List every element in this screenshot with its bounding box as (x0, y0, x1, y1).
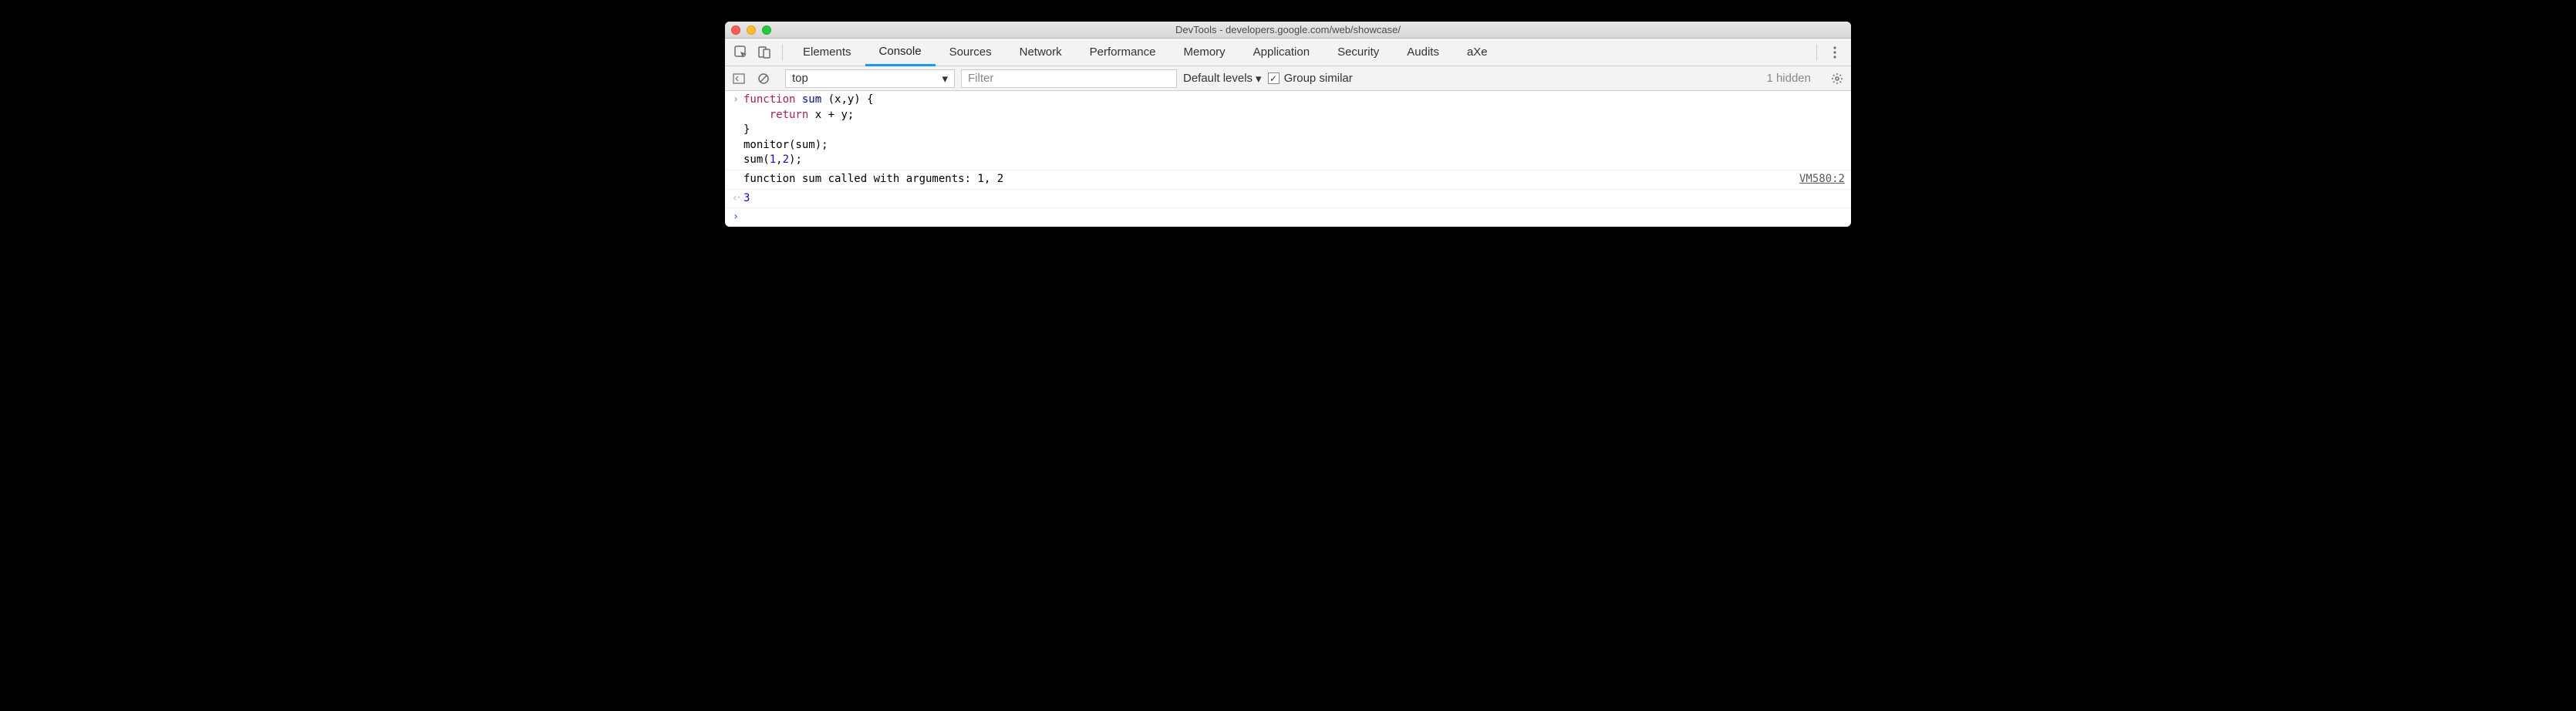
code-content: function sum (x,y) { return x + y; } mon… (743, 93, 1845, 168)
window-title: DevTools - developers.google.com/web/sho… (725, 24, 1851, 35)
console-input-entry: function sum (x,y) { return x + y; } mon… (725, 91, 1851, 170)
levels-label: Default levels (1183, 72, 1253, 85)
divider (782, 44, 783, 61)
chevron-down-icon: ▾ (942, 72, 948, 86)
filter-input[interactable] (961, 69, 1177, 88)
panel-tabbar: Elements Console Sources Network Perform… (725, 39, 1851, 66)
output-chevron-icon (728, 191, 743, 207)
tab-performance[interactable]: Performance (1076, 39, 1170, 66)
source-link[interactable]: VM580:2 (1799, 172, 1845, 187)
console-output: function sum (x,y) { return x + y; } mon… (725, 91, 1851, 227)
return-value: 3 (743, 191, 1845, 207)
tab-console[interactable]: Console (865, 39, 936, 66)
tab-network[interactable]: Network (1006, 39, 1076, 66)
console-settings-icon[interactable] (1828, 69, 1846, 88)
tab-audits[interactable]: Audits (1393, 39, 1453, 66)
hidden-messages-count[interactable]: 1 hidden (1766, 72, 1811, 85)
clear-console-icon[interactable] (754, 69, 773, 88)
window-titlebar: DevTools - developers.google.com/web/sho… (725, 22, 1851, 39)
group-similar-checkbox[interactable]: ✓ Group similar (1268, 72, 1353, 85)
console-log-entry: function sum called with arguments: 1, 2… (725, 170, 1851, 190)
tab-elements[interactable]: Elements (789, 39, 865, 66)
more-options-icon[interactable] (1823, 41, 1846, 64)
console-return-entry: 3 (725, 190, 1851, 209)
context-label: top (792, 72, 808, 85)
tab-memory[interactable]: Memory (1170, 39, 1239, 66)
checkbox-icon: ✓ (1268, 72, 1280, 84)
group-similar-label: Group similar (1284, 72, 1353, 85)
close-icon[interactable] (731, 25, 740, 35)
toggle-console-sidebar-icon[interactable] (730, 69, 748, 88)
prompt-input[interactable] (743, 210, 1845, 225)
device-toggle-icon[interactable] (753, 41, 776, 64)
log-message: function sum called with arguments: 1, 2 (743, 172, 1799, 187)
zoom-icon[interactable] (762, 25, 771, 35)
log-levels-selector[interactable]: Default levels ▾ (1183, 72, 1262, 86)
console-prompt[interactable] (725, 208, 1851, 227)
console-toolbar: top ▾ Default levels ▾ ✓ Group similar 1… (725, 66, 1851, 91)
tab-application[interactable]: Application (1239, 39, 1323, 66)
tab-security[interactable]: Security (1323, 39, 1393, 66)
gutter (728, 172, 743, 187)
inspect-element-icon[interactable] (730, 41, 753, 64)
chevron-down-icon: ▾ (1256, 72, 1262, 86)
input-chevron-icon (728, 93, 743, 168)
tab-sources[interactable]: Sources (936, 39, 1006, 66)
prompt-chevron-icon (728, 210, 743, 225)
execution-context-selector[interactable]: top ▾ (785, 69, 955, 88)
minimize-icon[interactable] (747, 25, 756, 35)
devtools-window: DevTools - developers.google.com/web/sho… (725, 22, 1851, 227)
divider (1816, 44, 1817, 61)
tab-axe[interactable]: aXe (1453, 39, 1502, 66)
